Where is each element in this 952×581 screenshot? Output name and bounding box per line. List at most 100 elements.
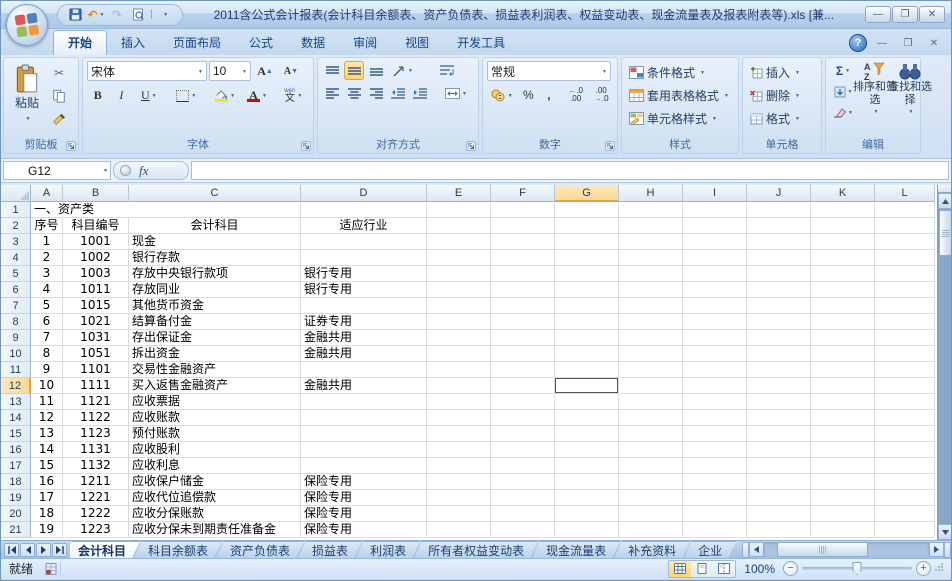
cell-B17[interactable]: 1132 xyxy=(63,458,129,474)
find-select-button[interactable]: 查找和选择 xyxy=(888,61,932,138)
cell-B12[interactable]: 1111 xyxy=(63,378,129,394)
cell-J7[interactable] xyxy=(747,298,811,314)
cell-C7[interactable]: 其他货币资金 xyxy=(129,298,301,314)
cell-K21[interactable] xyxy=(811,522,875,538)
cell-A10[interactable]: 8 xyxy=(31,346,63,362)
cell-I18[interactable] xyxy=(683,474,747,490)
cell-D21[interactable]: 保险专用 xyxy=(301,522,427,538)
row-header-17[interactable]: 17 xyxy=(1,458,31,474)
column-header-B[interactable]: B xyxy=(63,185,129,202)
cell-styles-button[interactable]: 单元格样式 xyxy=(626,108,734,129)
cell-D12[interactable]: 金融共用 xyxy=(301,378,427,394)
paste-dropdown-icon[interactable] xyxy=(24,111,31,125)
cell-C13[interactable]: 应收票据 xyxy=(129,394,301,410)
number-dialog-launcher[interactable] xyxy=(605,141,615,151)
cell-L9[interactable] xyxy=(875,330,935,346)
cell-I10[interactable] xyxy=(683,346,747,362)
cell-I12[interactable] xyxy=(683,378,747,394)
cell-I14[interactable] xyxy=(683,410,747,426)
shrink-font-button[interactable]: A ▼ xyxy=(279,61,303,81)
merge-center-button[interactable] xyxy=(440,84,472,103)
column-header-E[interactable]: E xyxy=(427,185,491,202)
cell-A5[interactable]: 3 xyxy=(31,266,63,282)
tab-page-layout[interactable]: 页面布局 xyxy=(159,31,235,55)
cell-C4[interactable]: 银行存款 xyxy=(129,250,301,266)
cell-F4[interactable] xyxy=(491,250,555,266)
cell-F7[interactable] xyxy=(491,298,555,314)
print-preview-button[interactable] xyxy=(129,6,147,24)
cell-C19[interactable]: 应收代位追偿款 xyxy=(129,490,301,506)
cell-K5[interactable] xyxy=(811,266,875,282)
close-button[interactable]: ✕ xyxy=(919,6,945,23)
column-header-K[interactable]: K xyxy=(811,185,875,202)
cell-C6[interactable]: 存放同业 xyxy=(129,282,301,298)
italic-button[interactable]: I xyxy=(111,85,133,106)
cell-F16[interactable] xyxy=(491,442,555,458)
zoom-level[interactable]: 100% xyxy=(740,562,779,576)
cell-F14[interactable] xyxy=(491,410,555,426)
cell-L17[interactable] xyxy=(875,458,935,474)
increase-decimal-button[interactable]: ←.0.00 xyxy=(564,85,588,105)
bold-button[interactable]: B xyxy=(87,85,109,106)
column-header-G[interactable]: G xyxy=(555,185,619,202)
cell-H2[interactable] xyxy=(619,218,683,234)
cell-K9[interactable] xyxy=(811,330,875,346)
row-header-12[interactable]: 12 xyxy=(1,378,31,394)
cell-C17[interactable]: 应收利息 xyxy=(129,458,301,474)
cell-B3[interactable]: 1001 xyxy=(63,234,129,250)
workbook-close-button[interactable]: ✕ xyxy=(923,36,945,51)
cell-J21[interactable] xyxy=(747,522,811,538)
cell-F1[interactable] xyxy=(491,202,555,218)
cell-G2[interactable] xyxy=(555,218,619,234)
underline-button[interactable]: U xyxy=(134,85,163,106)
cell-H21[interactable] xyxy=(619,522,683,538)
cell-D2[interactable]: 适应行业 xyxy=(301,218,427,234)
cell-E10[interactable] xyxy=(427,346,491,362)
cell-B19[interactable]: 1221 xyxy=(63,490,129,506)
cell-J4[interactable] xyxy=(747,250,811,266)
column-header-D[interactable]: D xyxy=(301,185,427,202)
cell-J11[interactable] xyxy=(747,362,811,378)
cell-L5[interactable] xyxy=(875,266,935,282)
cell-D17[interactable] xyxy=(301,458,427,474)
cell-L10[interactable] xyxy=(875,346,935,362)
cell-C20[interactable]: 应收分保账款 xyxy=(129,506,301,522)
formula-bar-handle[interactable] xyxy=(120,165,131,176)
scroll-left-button[interactable] xyxy=(749,542,764,557)
cell-K1[interactable] xyxy=(811,202,875,218)
cell-G3[interactable] xyxy=(555,234,619,250)
row-header-11[interactable]: 11 xyxy=(1,362,31,378)
cell-G7[interactable] xyxy=(555,298,619,314)
cell-E20[interactable] xyxy=(427,506,491,522)
cell-H7[interactable] xyxy=(619,298,683,314)
cell-J19[interactable] xyxy=(747,490,811,506)
cell-E15[interactable] xyxy=(427,426,491,442)
cell-H4[interactable] xyxy=(619,250,683,266)
cell-E11[interactable] xyxy=(427,362,491,378)
cell-J6[interactable] xyxy=(747,282,811,298)
row-header-4[interactable]: 4 xyxy=(1,250,31,266)
row-header-10[interactable]: 10 xyxy=(1,346,31,362)
macro-record-button[interactable] xyxy=(41,560,62,577)
cell-E2[interactable] xyxy=(427,218,491,234)
cell-L16[interactable] xyxy=(875,442,935,458)
row-header-6[interactable]: 6 xyxy=(1,282,31,298)
row-header-18[interactable]: 18 xyxy=(1,474,31,490)
cell-G18[interactable] xyxy=(555,474,619,490)
cell-C16[interactable]: 应收股利 xyxy=(129,442,301,458)
cell-K10[interactable] xyxy=(811,346,875,362)
cell-G20[interactable] xyxy=(555,506,619,522)
insert-function-button[interactable]: fx xyxy=(139,163,148,179)
cell-A12[interactable]: 10 xyxy=(31,378,63,394)
cell-G15[interactable] xyxy=(555,426,619,442)
cell-J17[interactable] xyxy=(747,458,811,474)
cell-J12[interactable] xyxy=(747,378,811,394)
formula-input[interactable] xyxy=(191,161,949,180)
column-header-H[interactable]: H xyxy=(619,185,683,202)
sheet-tab-9[interactable]: 企业 xyxy=(684,541,736,558)
cell-B10[interactable]: 1051 xyxy=(63,346,129,362)
cell-H17[interactable] xyxy=(619,458,683,474)
cell-K3[interactable] xyxy=(811,234,875,250)
scroll-down-button[interactable] xyxy=(938,524,951,540)
cell-H3[interactable] xyxy=(619,234,683,250)
